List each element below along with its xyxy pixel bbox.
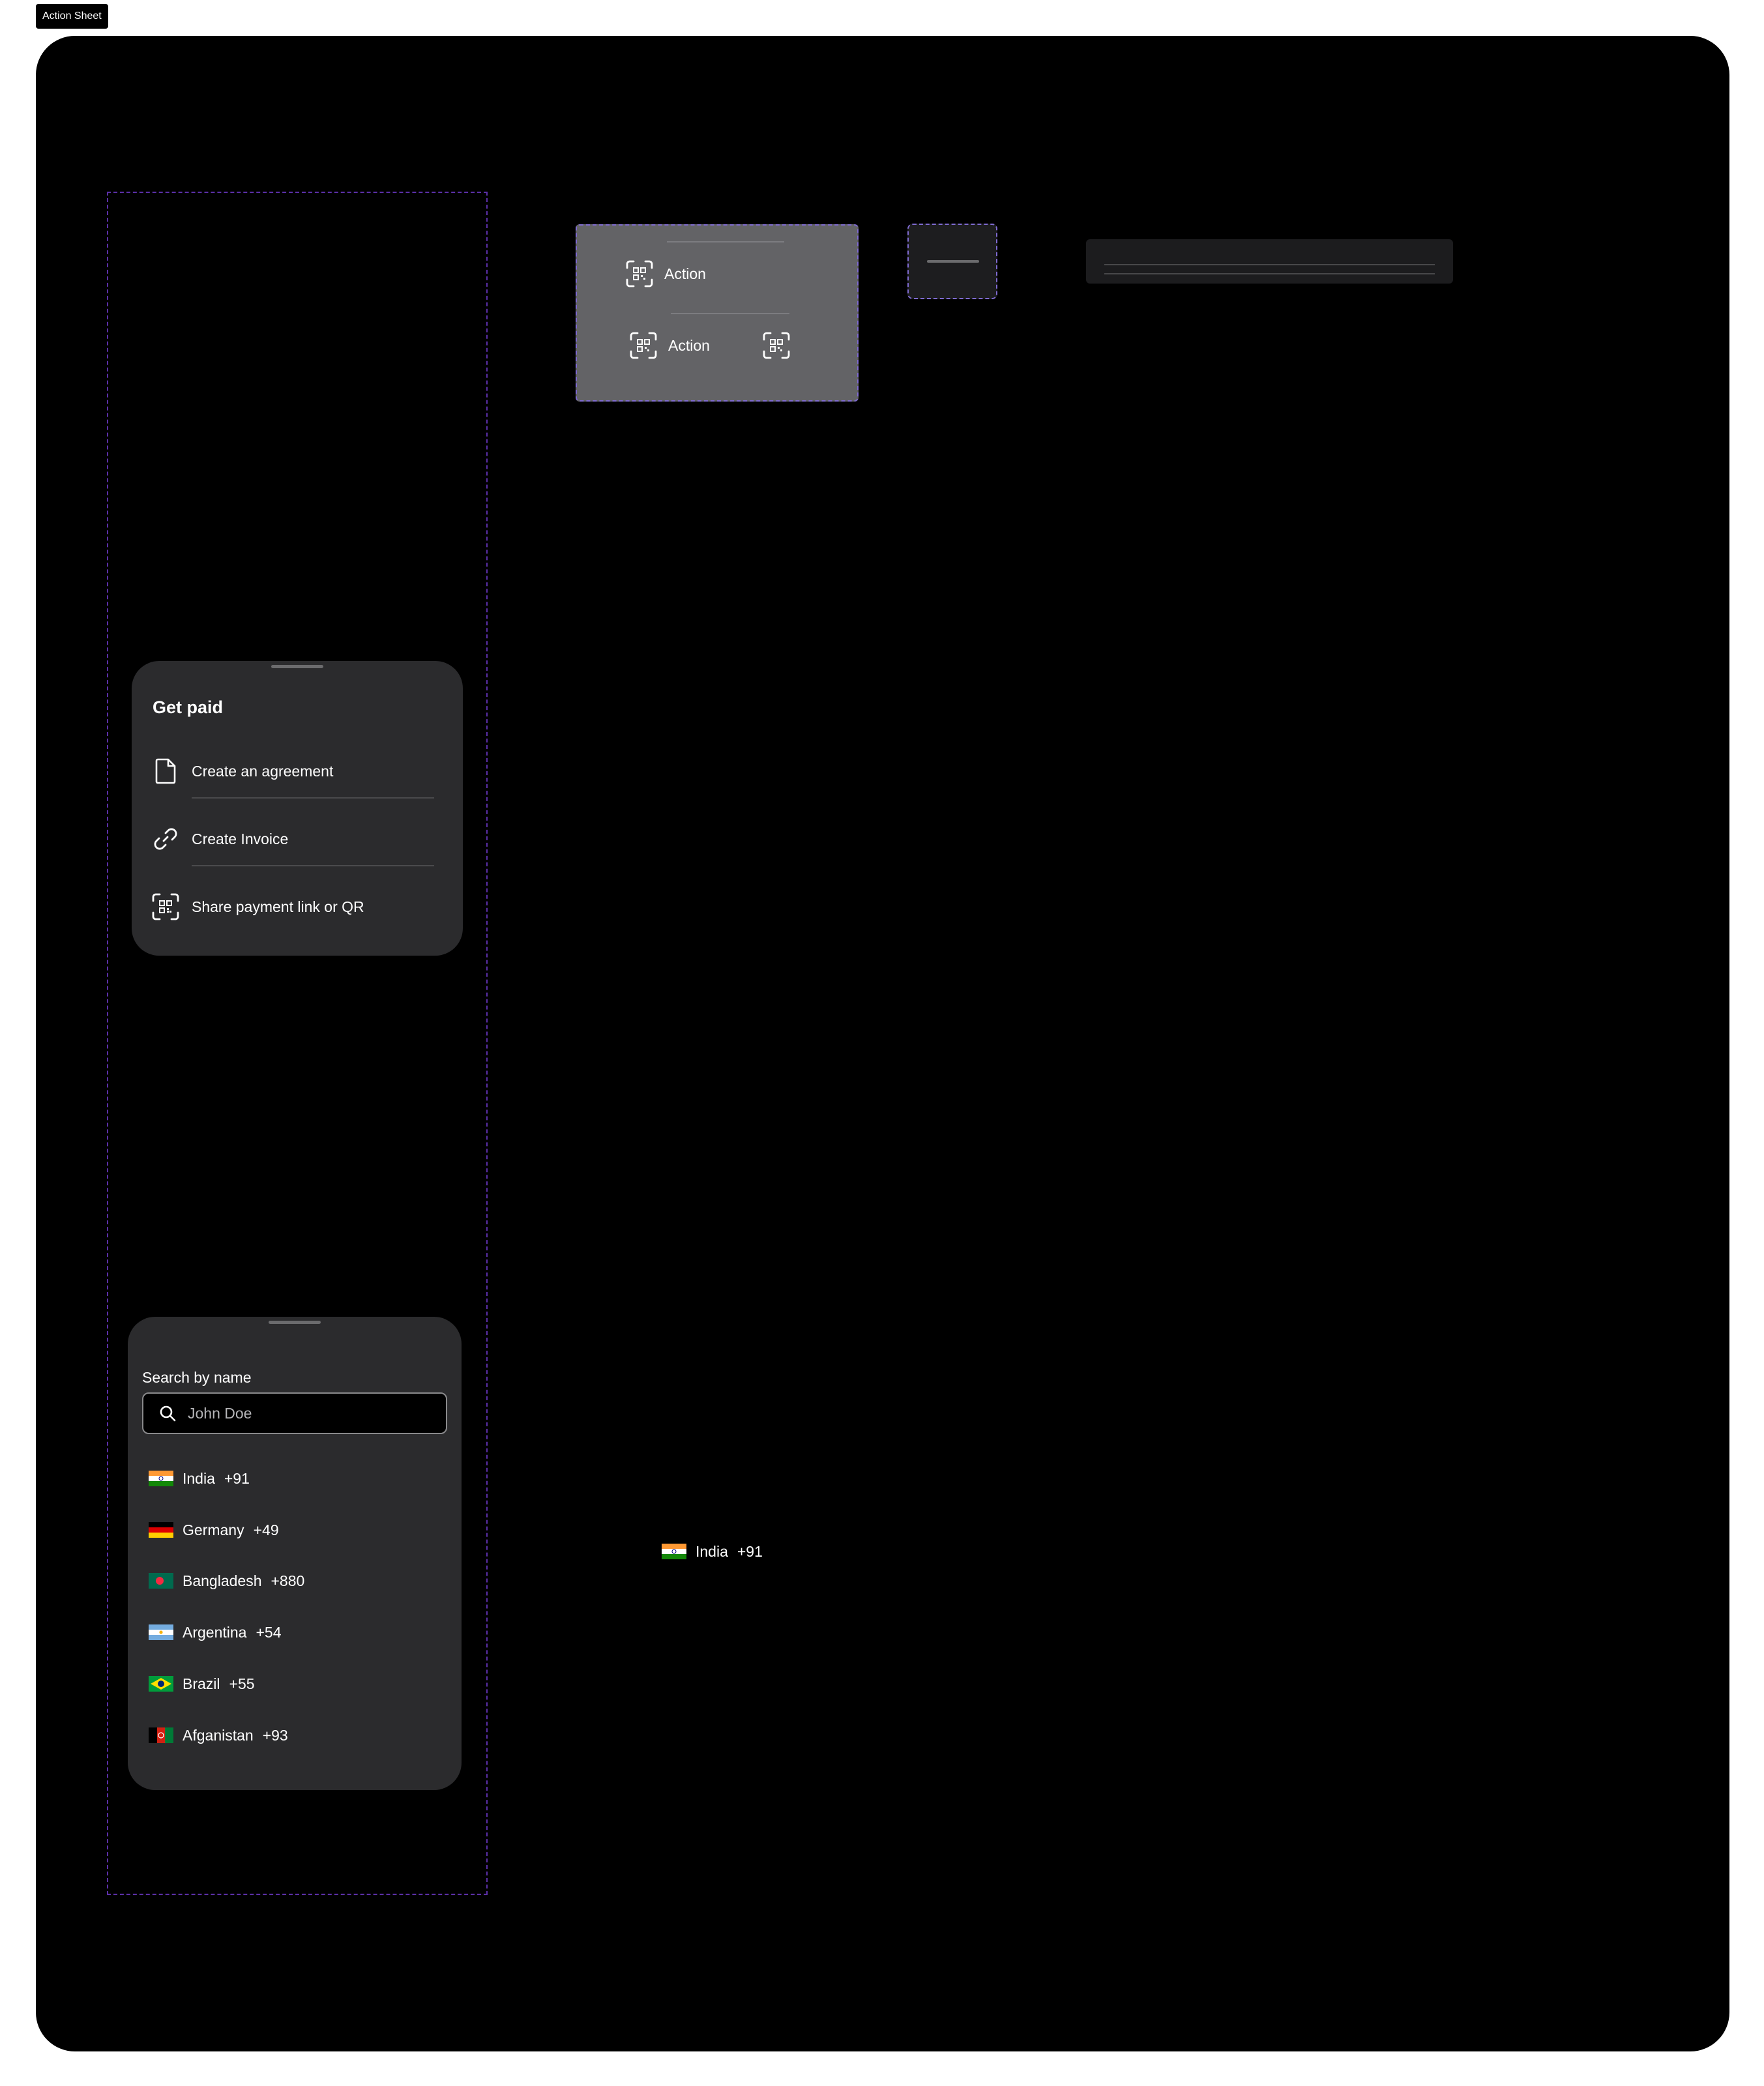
country-name: Argentina: [183, 1623, 247, 1641]
divider: [671, 313, 789, 314]
menu-item-label: Create an agreement: [192, 762, 334, 780]
country-name: Afganistan: [183, 1726, 254, 1744]
argentina-flag-icon: [149, 1624, 173, 1640]
country-code: +55: [229, 1675, 255, 1692]
action-label: Action: [668, 336, 710, 354]
drag-handle[interactable]: [927, 260, 979, 263]
menu-item-label: Share payment link or QR: [192, 898, 364, 915]
afghanistan-flag-icon: [149, 1727, 173, 1743]
divider: [192, 865, 434, 866]
country-name: India: [696, 1542, 728, 1560]
menu-item-label: Create Invoice: [192, 830, 289, 847]
country-code: +91: [224, 1469, 250, 1487]
brazil-flag-icon: [149, 1676, 173, 1692]
document-icon: [151, 757, 180, 786]
country-code: +49: [253, 1521, 279, 1538]
sheet-title: Get paid: [153, 698, 224, 717]
menu-item-create-agreement[interactable]: Create an agreement: [151, 752, 437, 791]
country-code: +880: [271, 1572, 305, 1589]
country-row-argentina[interactable]: Argentina +54: [149, 1618, 281, 1647]
qr-scan-icon: [625, 259, 654, 288]
divider-line: [1104, 264, 1435, 265]
country-picker-sheet: Search by name India +91 Germany +49: [128, 1317, 462, 1790]
qr-scan-icon: [629, 331, 658, 360]
country-code: +93: [262, 1726, 288, 1744]
divider-line: [1104, 273, 1435, 274]
action-row-component: Action Action: [576, 224, 859, 402]
country-row-afghanistan[interactable]: Afganistan +93: [149, 1721, 288, 1750]
country-name: Brazil: [183, 1675, 220, 1692]
country-name: Germany: [183, 1521, 244, 1538]
country-code: +54: [256, 1623, 282, 1641]
country-name: Bangladesh: [183, 1572, 262, 1589]
divider: [192, 797, 434, 799]
qr-scan-icon[interactable]: [762, 331, 791, 360]
country-row-india[interactable]: India +91: [149, 1464, 250, 1493]
menu-item-share-payment-link[interactable]: Share payment link or QR: [151, 887, 437, 926]
action-row[interactable]: Action: [625, 259, 706, 288]
search-label: Search by name: [142, 1369, 252, 1386]
qr-scan-icon: [151, 892, 180, 921]
divider: [667, 241, 784, 242]
country-row-brazil[interactable]: Brazil +55: [149, 1669, 255, 1698]
bangladesh-flag-icon: [149, 1573, 173, 1589]
action-label: Action: [664, 265, 706, 282]
search-icon: [158, 1403, 177, 1423]
india-flag-icon: [149, 1471, 173, 1486]
country-row-india-standalone[interactable]: India +91: [662, 1537, 763, 1566]
country-row-germany[interactable]: Germany +49: [149, 1516, 279, 1544]
frame-label: Action Sheet: [36, 4, 108, 29]
search-field[interactable]: [142, 1392, 447, 1434]
get-paid-sheet: Get paid Create an agreement Create Invo…: [132, 661, 463, 956]
divider-component: [1086, 239, 1453, 284]
link-icon: [151, 825, 180, 853]
search-input[interactable]: [186, 1403, 437, 1423]
germany-flag-icon: [149, 1522, 173, 1538]
action-row[interactable]: Action: [629, 331, 710, 360]
country-row-bangladesh[interactable]: Bangladesh +880: [149, 1566, 304, 1595]
country-name: India: [183, 1469, 215, 1487]
menu-item-create-invoice[interactable]: Create Invoice: [151, 819, 437, 859]
sheet-drag-handle[interactable]: [269, 1321, 321, 1324]
country-code: +91: [737, 1542, 763, 1560]
india-flag-icon: [662, 1544, 686, 1559]
sheet-drag-handle[interactable]: [271, 665, 323, 668]
handle-component: [907, 224, 997, 299]
